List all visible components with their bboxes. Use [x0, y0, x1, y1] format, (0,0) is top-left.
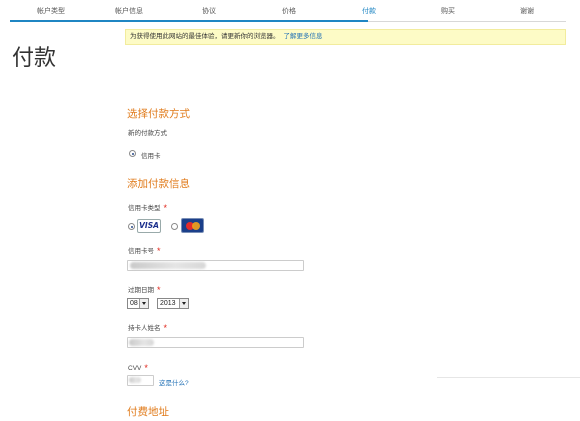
step-account-info[interactable]: 帐户信息	[94, 6, 164, 16]
cvv-label: CVV *	[128, 363, 148, 373]
mastercard-radio[interactable]	[171, 223, 178, 230]
visa-radio[interactable]	[128, 223, 135, 230]
cvv-help-link[interactable]: 这是什么?	[159, 377, 189, 387]
credit-card-option-label: 信用卡	[141, 153, 161, 160]
required-marker: *	[163, 323, 168, 333]
step-thanks: 谢谢	[520, 8, 534, 15]
steps-progress-bar	[10, 20, 368, 22]
learn-more-link[interactable]: 了解更多信息	[284, 33, 323, 40]
expiry-year-select[interactable]: 2013	[157, 298, 189, 309]
card-number-redacted	[130, 262, 206, 269]
expiry-month-select[interactable]: 08	[127, 298, 149, 309]
chevron-down-icon	[179, 299, 188, 308]
step-payment[interactable]: 付款	[334, 6, 404, 16]
credit-card-radio[interactable]	[129, 150, 136, 157]
payment-method-heading: 选择付款方式	[127, 108, 190, 120]
payment-info-heading: 添加付款信息	[127, 178, 190, 190]
new-payment-method-label: 新的付款方式	[128, 130, 167, 137]
notice-text: 为获得使用此网站的最佳体验，请更新你的浏览器。	[130, 33, 280, 40]
required-marker: *	[144, 363, 148, 373]
step-price[interactable]: 价格	[254, 6, 324, 16]
mastercard-logo	[181, 218, 204, 233]
visa-logo: VISA	[137, 219, 161, 233]
card-type-label: 信用卡类型 *	[128, 203, 168, 213]
cvv-redacted	[129, 377, 141, 383]
visa-text: VISA	[139, 221, 159, 230]
page-title: 付款	[12, 45, 57, 70]
cardholder-name-label: 持卡人姓名 *	[128, 323, 168, 333]
divider	[437, 377, 580, 378]
expiry-date-label: 过期日期 *	[128, 285, 161, 295]
card-number-label: 信用卡号 *	[128, 246, 161, 256]
step-agreement[interactable]: 协议	[174, 6, 244, 16]
step-account-type[interactable]: 帐户类型	[16, 6, 86, 16]
required-marker: *	[157, 246, 161, 256]
required-marker: *	[157, 285, 161, 295]
cardholder-name-redacted	[129, 339, 154, 346]
billing-address-heading: 付费地址	[127, 406, 169, 418]
required-marker: *	[163, 203, 168, 213]
chevron-down-icon	[139, 299, 148, 308]
step-navigation: 帐户类型 帐户信息 协议 价格 付款 购买 谢谢	[0, 0, 580, 24]
step-purchase: 购买	[441, 8, 455, 15]
browser-update-notice: 为获得使用此网站的最佳体验，请更新你的浏览器。 了解更多信息	[125, 29, 566, 45]
